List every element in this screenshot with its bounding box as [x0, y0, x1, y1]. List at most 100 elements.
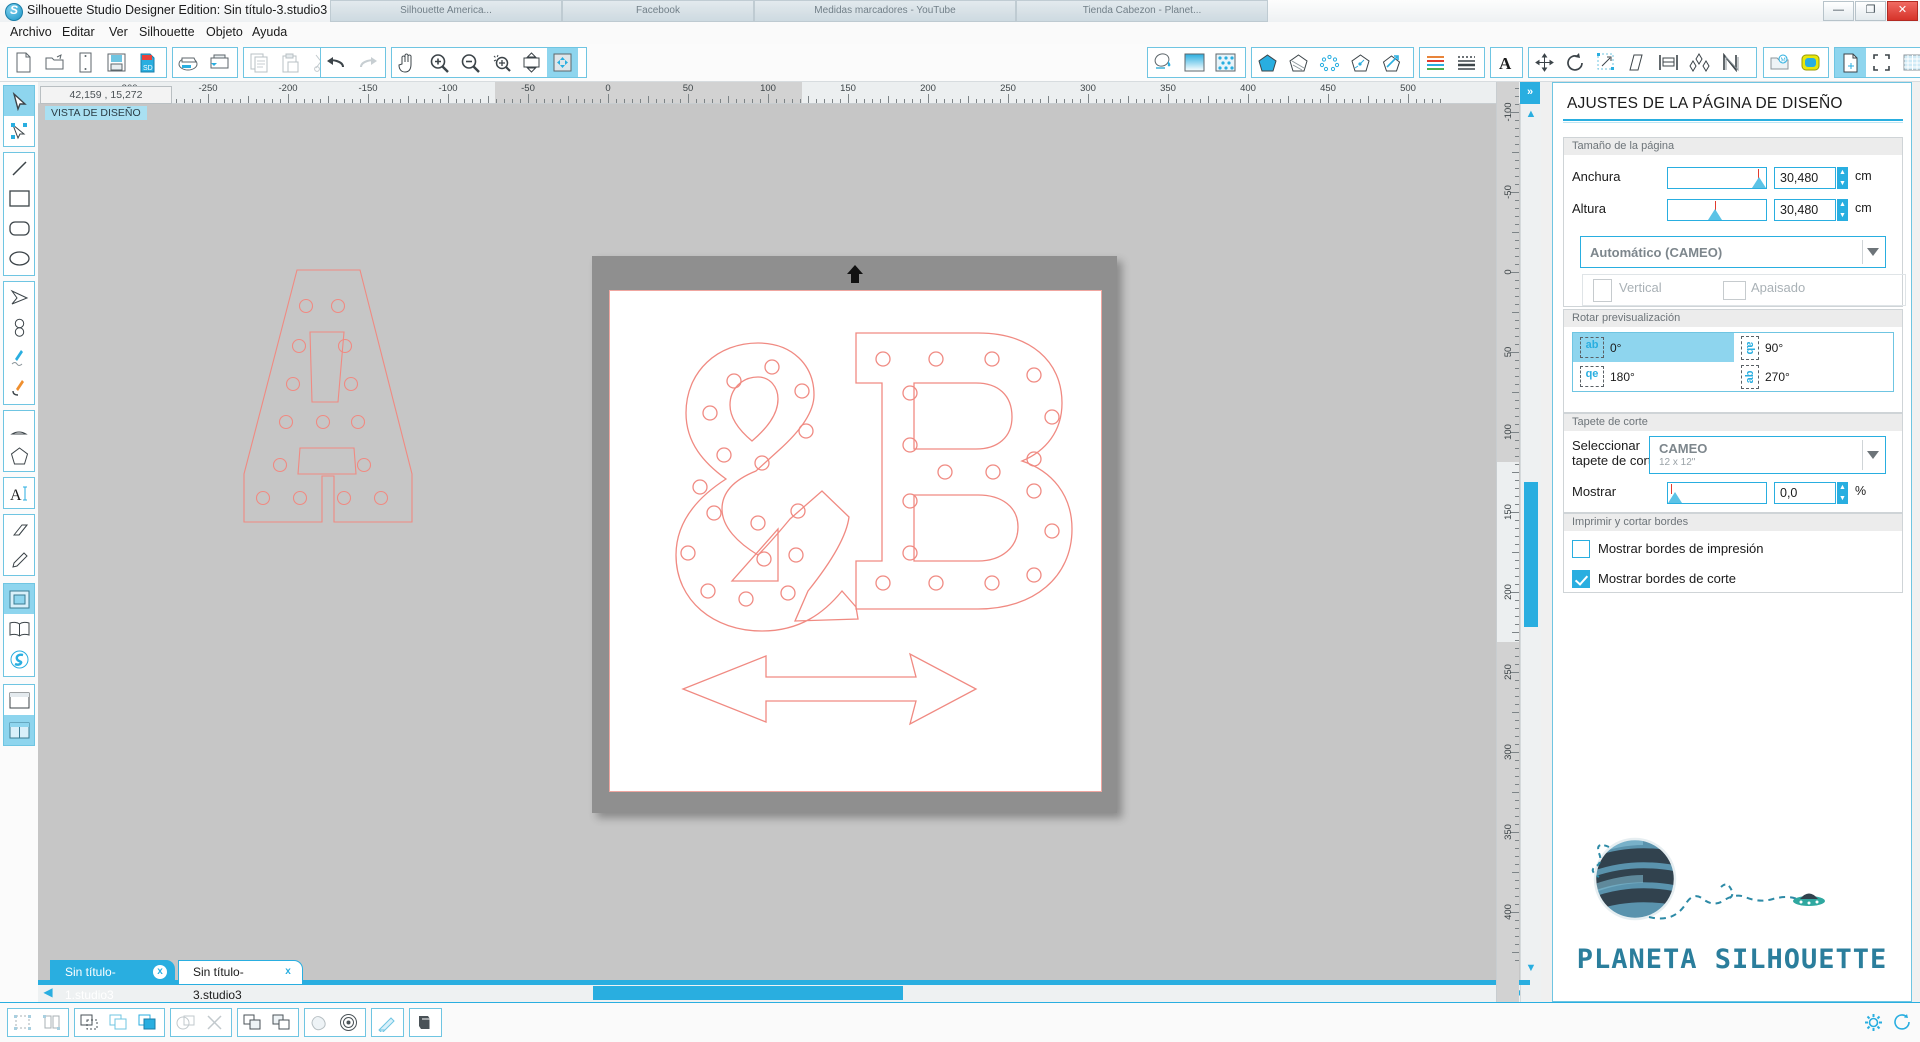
show-print-borders-checkbox[interactable]	[1572, 540, 1590, 558]
height-spin-down[interactable]: ▼	[1837, 210, 1848, 221]
pan-hand-icon[interactable]	[392, 48, 423, 77]
expand-panel-toggle[interactable]: »	[1520, 82, 1540, 104]
curve-tool-icon[interactable]	[4, 312, 34, 342]
paint-bucket-icon[interactable]	[1148, 48, 1179, 77]
show-cut-borders-checkbox[interactable]	[1572, 570, 1590, 588]
height-input[interactable]: 30,480	[1774, 199, 1836, 221]
rotate-option-1[interactable]: ab 90°	[1734, 333, 1895, 362]
rotate-option-2[interactable]: qe 180°	[1573, 362, 1734, 391]
scroll-left-arrow[interactable]: ◀	[40, 986, 56, 1000]
shear-icon[interactable]	[1622, 48, 1653, 77]
artwork-letter-a[interactable]	[238, 262, 418, 532]
height-spin-up[interactable]: ▲	[1837, 199, 1848, 210]
menu-objeto[interactable]: Objeto	[202, 25, 247, 39]
vertical-ruler[interactable]: -100 -50 0 50 100 150 200 250 300 350 400	[1496, 82, 1519, 1002]
single-view-icon[interactable]	[4, 685, 34, 715]
horizontal-scroll-thumb[interactable]	[593, 986, 903, 1000]
redo-arrow-icon[interactable]	[352, 48, 383, 77]
align-icon[interactable]	[1653, 48, 1684, 77]
show-mat-input[interactable]: 0,0	[1774, 482, 1836, 504]
bring-to-front-icon[interactable]	[104, 1009, 133, 1036]
scale-icon[interactable]	[1591, 48, 1622, 77]
text-tool-icon[interactable]: A	[4, 478, 34, 508]
pentagon-fill-icon[interactable]	[1252, 48, 1283, 77]
line-tool-icon[interactable]	[4, 153, 34, 183]
menu-editar[interactable]: Editar	[58, 25, 99, 39]
crop-x-icon[interactable]	[200, 1009, 229, 1036]
sync-icon[interactable]	[1893, 1013, 1912, 1032]
rotate-option-3[interactable]: ab 270°	[1734, 362, 1895, 391]
line-color-icon[interactable]	[1420, 48, 1451, 77]
book-library-icon[interactable]	[4, 614, 34, 644]
design-store-icon[interactable]	[1795, 48, 1826, 77]
fit-window-icon[interactable]	[516, 48, 547, 77]
printer-icon[interactable]	[173, 48, 204, 77]
horizontal-scrollbar[interactable]: ◀ ▶	[38, 982, 1530, 1003]
raise-layer-icon[interactable]	[238, 1009, 267, 1036]
menu-silhouette[interactable]: Silhouette	[135, 25, 199, 39]
width-spinner[interactable]: ▲ ▼	[1837, 167, 1848, 189]
menu-ver[interactable]: Ver	[105, 25, 132, 39]
design-canvas[interactable]	[38, 82, 1530, 1002]
arc-tool-icon[interactable]	[4, 411, 34, 441]
paste-icon[interactable]	[275, 48, 306, 77]
eraser-tool-icon[interactable]	[4, 515, 34, 545]
zoom-selection-icon[interactable]	[485, 48, 516, 77]
lower-layer-icon[interactable]	[267, 1009, 296, 1036]
machine-select[interactable]: Automático (CAMEO)	[1580, 236, 1886, 268]
registration-marks-icon[interactable]	[1866, 48, 1897, 77]
design-panels-icon[interactable]	[4, 584, 34, 614]
outline-arrow-icon[interactable]	[1376, 48, 1407, 77]
vertical-scroll-thumb[interactable]	[1524, 482, 1538, 627]
polygon-tool-icon[interactable]	[4, 282, 34, 312]
show-mat-slider[interactable]	[1667, 482, 1767, 504]
ungroup-objects-icon[interactable]	[37, 1009, 66, 1036]
trace-wand-icon[interactable]	[372, 1009, 401, 1036]
library-open-icon[interactable]	[70, 48, 101, 77]
doc-tab-0-close-icon[interactable]: x	[153, 965, 167, 979]
zoom-out-icon[interactable]	[454, 48, 485, 77]
sd-card-icon[interactable]: SD	[132, 48, 163, 77]
menu-ayuda[interactable]: Ayuda	[248, 25, 291, 39]
ellipse-tool-icon[interactable]	[4, 243, 34, 273]
inner-offset-icon[interactable]	[334, 1009, 363, 1036]
height-slider[interactable]	[1667, 199, 1767, 221]
silhouette-store-icon[interactable]	[4, 644, 34, 674]
page-setup-icon[interactable]	[1835, 48, 1866, 77]
freehand-orange-pen-icon[interactable]	[4, 372, 34, 402]
menu-archivo[interactable]: Archivo	[6, 25, 56, 39]
regular-polygon-tool-icon[interactable]	[4, 441, 34, 471]
width-spin-up[interactable]: ▲	[1837, 167, 1848, 178]
split-view-icon[interactable]	[4, 715, 34, 745]
width-input[interactable]: 30,480	[1774, 167, 1836, 189]
cut-style-icon[interactable]	[410, 1009, 439, 1036]
edit-points-icon[interactable]	[4, 116, 34, 146]
width-slider[interactable]	[1667, 167, 1767, 189]
shadow-icon[interactable]	[1283, 48, 1314, 77]
copy-icon[interactable]	[244, 48, 275, 77]
replicate-icon[interactable]	[1684, 48, 1715, 77]
nest-icon[interactable]	[1715, 48, 1746, 77]
scroll-up-arrow[interactable]: ▲	[1524, 108, 1538, 124]
move-arrows-icon[interactable]	[1529, 48, 1560, 77]
send-to-cutter-icon[interactable]	[204, 48, 235, 77]
undo-arrow-icon[interactable]	[321, 48, 352, 77]
sketch-dots-icon[interactable]	[1314, 48, 1345, 77]
text-A-icon[interactable]: A	[1491, 48, 1522, 77]
doc-tab-1[interactable]: Sin título-3.studio3 x	[178, 960, 303, 1002]
line-style-icon[interactable]	[1451, 48, 1482, 77]
landscape-option[interactable]: Apaisado	[1751, 280, 1805, 295]
zoom-in-icon[interactable]	[423, 48, 454, 77]
open-folder-icon[interactable]	[39, 48, 70, 77]
pattern-fill-icon[interactable]	[1210, 48, 1241, 77]
portrait-option[interactable]: Vertical	[1619, 280, 1662, 295]
fit-page-icon[interactable]	[547, 48, 578, 77]
save-floppy-icon[interactable]	[101, 48, 132, 77]
minimize-button[interactable]: —	[1823, 1, 1854, 21]
close-button[interactable]: ✕	[1887, 1, 1918, 21]
grid-icon[interactable]	[1897, 48, 1920, 77]
weld-icon[interactable]	[171, 1009, 200, 1036]
show-mat-spin-down[interactable]: ▼	[1837, 493, 1848, 504]
width-spin-down[interactable]: ▼	[1837, 178, 1848, 189]
arrow-cursor-icon[interactable]	[4, 86, 34, 116]
